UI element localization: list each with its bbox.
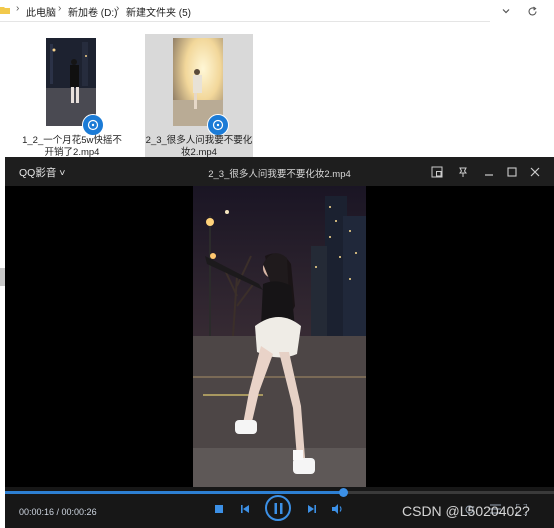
qq-video-file-icon xyxy=(82,114,104,136)
breadcrumb-separator: › xyxy=(116,3,120,14)
breadcrumb-item-folder[interactable]: 新建文件夹 (5) xyxy=(126,4,191,19)
progress-bar[interactable] xyxy=(5,488,554,497)
video-player-window: QQ影音 ˅ 2_3_很多人问我要不要化妆2.mp4 00:00:16 / 00… xyxy=(5,157,554,528)
breadcrumb-separator: › xyxy=(16,3,20,14)
maximize-icon[interactable] xyxy=(503,163,521,181)
video-thumbnail xyxy=(173,38,223,126)
volume-icon[interactable] xyxy=(331,502,345,516)
breadcrumb[interactable]: › 此电脑 › 新加卷 (D:) › 新建文件夹 (5) xyxy=(0,0,490,22)
pause-icon[interactable] xyxy=(265,495,291,521)
time-display: 00:00:16 / 00:00:26 xyxy=(19,507,97,517)
previous-icon[interactable] xyxy=(238,502,252,516)
pip-icon[interactable] xyxy=(428,163,446,181)
progress-handle[interactable] xyxy=(338,488,348,497)
stop-icon[interactable] xyxy=(212,502,226,516)
video-frame[interactable] xyxy=(193,186,366,493)
qq-video-file-icon xyxy=(207,114,229,136)
file-name: 1_2_一个月花5w快摇不开销了2.mp4 xyxy=(22,135,122,158)
address-bar: › 此电脑 › 新加卷 (D:) › 新建文件夹 (5) xyxy=(0,0,554,22)
folder-icon xyxy=(0,7,10,14)
file-item[interactable]: 1_2_一个月花5w快摇不开销了2.mp4 xyxy=(18,34,126,158)
minimize-icon[interactable] xyxy=(480,163,498,181)
breadcrumb-item-this-pc[interactable]: 此电脑 xyxy=(26,4,56,19)
refresh-icon[interactable] xyxy=(523,2,541,20)
file-name: 2_3_很多人问我要不要化妆2.mp4 xyxy=(145,135,253,158)
pin-icon[interactable] xyxy=(454,163,472,181)
csdn-watermark: CSDN @L5020402? xyxy=(402,503,530,519)
player-titlebar[interactable]: QQ影音 ˅ 2_3_很多人问我要不要化妆2.mp4 xyxy=(5,157,554,186)
next-icon[interactable] xyxy=(305,502,319,516)
video-thumbnail xyxy=(46,38,96,126)
file-item-selected[interactable]: 2_3_很多人问我要不要化妆2.mp4 xyxy=(145,34,253,158)
breadcrumb-separator: › xyxy=(58,3,62,14)
close-icon[interactable] xyxy=(526,163,544,181)
breadcrumb-item-drive-d[interactable]: 新加卷 (D:) xyxy=(68,4,117,19)
dropdown-chevron-icon[interactable] xyxy=(497,2,515,20)
progress-fill xyxy=(5,491,343,494)
